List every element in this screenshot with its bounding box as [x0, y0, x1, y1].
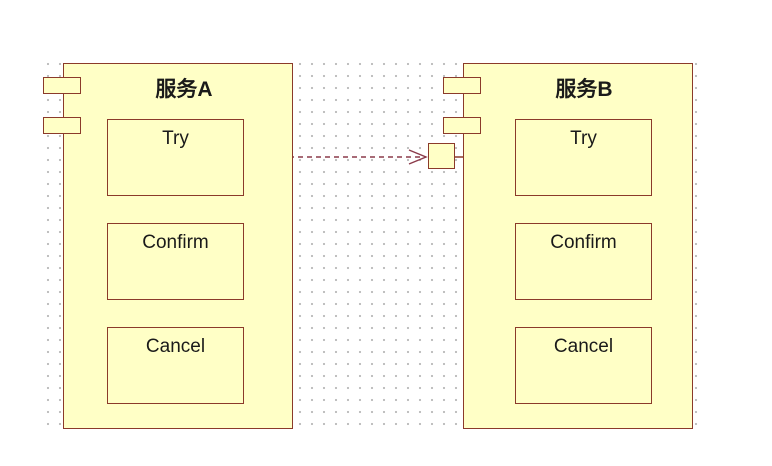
service-a-confirm-label: Confirm [142, 232, 209, 253]
service-a-cancel-label: Cancel [145, 336, 206, 357]
service-b-port[interactable] [428, 143, 455, 169]
service-b-confirm-box[interactable]: Confirm [515, 223, 652, 300]
service-b-cancel-box[interactable]: Cancel [515, 327, 652, 404]
service-a-component-tab-top [43, 77, 81, 94]
component-service-b[interactable]: 服务B Try Confirm Cancel [463, 63, 693, 429]
service-b-try-box[interactable]: Try [515, 119, 652, 196]
service-a-title: 服务A [155, 78, 213, 101]
service-a-cancel-box[interactable]: Cancel [107, 327, 244, 404]
service-b-cancel-label: Cancel [553, 336, 614, 357]
service-b-component-tab-bottom [443, 117, 481, 134]
service-a-confirm-box[interactable]: Confirm [107, 223, 244, 300]
service-a-component-tab-bottom [43, 117, 81, 134]
service-a-try-box[interactable]: Try [107, 119, 244, 196]
component-service-a[interactable]: 服务A Try Confirm Cancel [63, 63, 293, 429]
service-b-title: 服务B [555, 78, 613, 101]
service-a-try-label: Try [162, 128, 189, 149]
service-b-confirm-label: Confirm [550, 232, 617, 253]
service-b-component-tab-top [443, 77, 481, 94]
service-b-try-label: Try [570, 128, 597, 149]
diagram-canvas: 服务A Try Confirm Cancel 服务B Try Confirm C… [0, 0, 772, 466]
